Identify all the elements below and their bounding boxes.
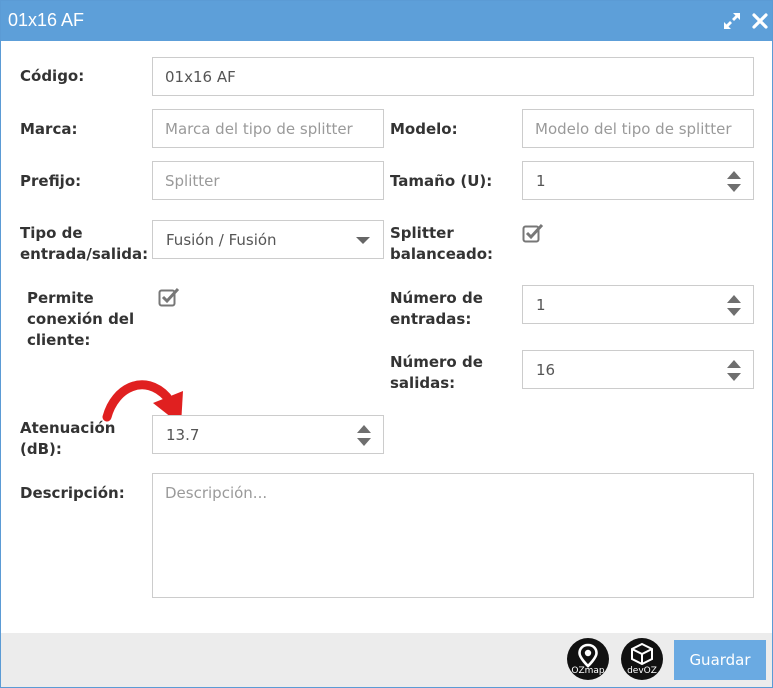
devoz-logo-text: devOZ (627, 666, 657, 676)
prefijo-input[interactable] (152, 161, 384, 200)
chevron-down-icon (356, 237, 370, 244)
atenuacion-label: Atenuación (dB): (20, 418, 115, 460)
salidas-label: Número de salidas: (390, 352, 483, 394)
balanceado-label: Splitter balanceado: (390, 223, 493, 265)
title-bar: 01x16 AF (1, 1, 772, 41)
balanceado-label-line2: balanceado: (390, 245, 494, 263)
entradas-spinner[interactable] (727, 295, 741, 317)
atenuacion-value: 13.7 (166, 426, 200, 444)
salidas-label-line2: salidas: (390, 374, 456, 392)
tamano-number-input[interactable]: 1 (522, 161, 754, 200)
dialog-title: 01x16 AF (8, 10, 85, 30)
atenuacion-number-input[interactable]: 13.7 (152, 415, 384, 454)
descripcion-label: Descripción: (20, 484, 125, 502)
permite-checkbox[interactable] (158, 286, 180, 308)
atenuacion-spinner[interactable] (357, 425, 371, 447)
descripcion-textarea[interactable] (152, 473, 754, 598)
splitter-dialog: 01x16 AF Código: Marca: Modelo: Prefijo:… (0, 0, 773, 688)
prefijo-label: Prefijo: (20, 172, 82, 190)
dialog-footer: OZmap devOZ Guardar (1, 633, 772, 687)
ozmap-logo[interactable]: OZmap (567, 638, 609, 680)
expand-icon[interactable] (722, 11, 742, 31)
tipo-label-line2: entrada/salida: (20, 245, 149, 263)
tipo-label: Tipo de entrada/salida: (20, 223, 148, 265)
entradas-label-line2: entradas: (390, 310, 472, 328)
modelo-label: Modelo: (390, 120, 458, 138)
save-button[interactable]: Guardar (674, 640, 766, 680)
balanceado-label-line1: Splitter (390, 224, 454, 242)
checkbox-checked-icon (522, 223, 544, 243)
salidas-label-line1: Número de (390, 353, 483, 371)
permite-label-line1: Permite (27, 289, 94, 307)
marca-input[interactable] (152, 109, 384, 148)
codigo-input[interactable] (152, 57, 754, 96)
entradas-label-line1: Número de (390, 289, 483, 307)
salidas-spinner[interactable] (727, 360, 741, 382)
atenuacion-label-line2: (dB): (20, 440, 62, 458)
tamano-value: 1 (536, 172, 546, 190)
codigo-label: Código: (20, 67, 85, 85)
tipo-select[interactable]: Fusión / Fusión (152, 220, 384, 259)
permite-label-line3: cliente: (27, 331, 91, 349)
close-icon[interactable] (750, 11, 770, 31)
tamano-spinner[interactable] (727, 171, 741, 193)
ozmap-logo-text: OZmap (571, 666, 605, 676)
entradas-label: Número de entradas: (390, 288, 483, 330)
tipo-label-line1: Tipo de (20, 224, 83, 242)
devoz-logo[interactable]: devOZ (621, 638, 663, 680)
modelo-input[interactable] (522, 109, 754, 148)
permite-label-line2: conexión del (27, 310, 135, 328)
tipo-selected-value: Fusión / Fusión (166, 231, 277, 249)
atenuacion-label-line1: Atenuación (20, 419, 116, 437)
salidas-value: 16 (536, 361, 556, 379)
entradas-value: 1 (536, 296, 546, 314)
salidas-number-input[interactable]: 16 (522, 350, 754, 389)
checkbox-checked-icon (158, 287, 180, 307)
marca-label: Marca: (20, 120, 78, 138)
tamano-label: Tamaño (U): (390, 172, 493, 190)
permite-label: Permite conexión del cliente: (27, 288, 134, 351)
entradas-number-input[interactable]: 1 (522, 285, 754, 324)
balanceado-checkbox[interactable] (522, 222, 544, 244)
